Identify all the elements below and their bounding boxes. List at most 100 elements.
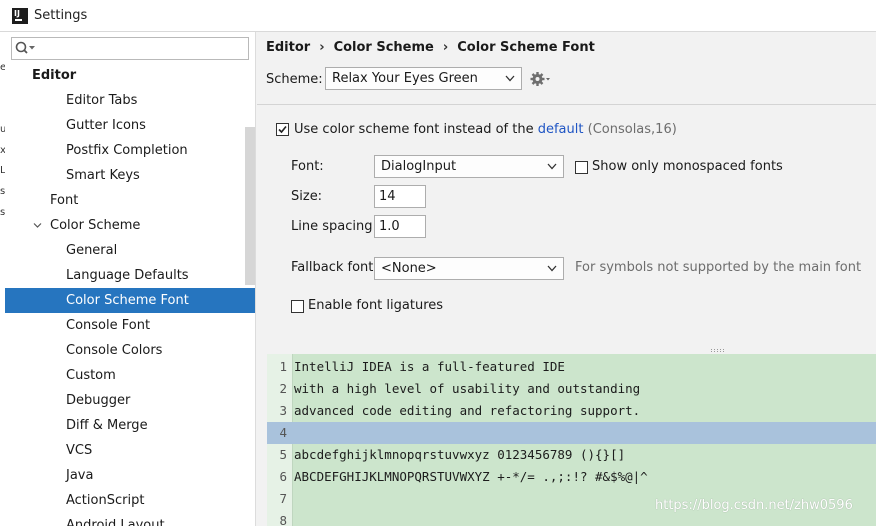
preview-line-text: advanced code editing and refactoring su…	[294, 403, 641, 418]
sidebar-item[interactable]: Color Scheme Font	[5, 288, 255, 313]
default-font-value: (Consolas,16)	[587, 122, 677, 137]
sidebar-item-label: Font	[50, 193, 79, 208]
breadcrumb-color-scheme-font: Color Scheme Font	[457, 40, 595, 55]
line-number: 7	[279, 491, 287, 506]
sidebar-item-label: VCS	[66, 443, 93, 458]
sidebar-item-label: Custom	[66, 368, 116, 383]
sidebar-item-label: Java	[66, 468, 94, 483]
sidebar-item-label: Smart Keys	[66, 168, 140, 183]
line-spacing-field[interactable]: 1.0	[374, 215, 426, 238]
splitter-grip-icon[interactable]	[710, 348, 726, 353]
chevron-down-icon[interactable]	[33, 221, 42, 230]
fallback-font-hint: For symbols not supported by the main fo…	[575, 260, 862, 275]
window-title: Settings	[34, 8, 88, 23]
fallback-font-label: Fallback font:	[291, 260, 378, 275]
line-spacing-label: Line spacing:	[291, 219, 377, 234]
watermark: https://blog.csdn.net/zhw0596	[655, 498, 853, 513]
sidebar-item-label: Android Layout	[66, 518, 165, 526]
sidebar-item[interactable]: Diff & Merge	[5, 413, 245, 438]
preview-line: 3 advanced code editing and refactoring s…	[267, 400, 876, 422]
preview-line-text: with a high level of usability and outst…	[294, 381, 641, 396]
preview-line-text: ABCDEFGHIJKLMNOPQRSTUVWXYZ +-*/= .,;:!? …	[294, 469, 648, 484]
sidebar-item-label: General	[66, 243, 118, 258]
ligatures-label: Enable font ligatures	[308, 298, 444, 313]
sidebar-item[interactable]: Editor	[5, 63, 245, 88]
sidebar-scrollbar[interactable]	[245, 127, 255, 285]
line-number: 2	[279, 381, 287, 396]
scheme-label: Scheme:	[266, 72, 323, 87]
sidebar-item[interactable]: General	[5, 238, 245, 263]
size-label: Size:	[291, 189, 323, 204]
preview-line: 6 ABCDEFGHIJKLMNOPQRSTUVWXYZ +-*/= .,;:!?…	[267, 466, 876, 488]
sidebar-item[interactable]: Console Colors	[5, 338, 245, 363]
sidebar-item[interactable]: Smart Keys	[5, 163, 245, 188]
sidebar-item[interactable]: Postfix Completion	[5, 138, 245, 163]
chevron-right-icon: ›	[442, 40, 449, 55]
fallback-font-value: <None>	[381, 261, 437, 276]
scheme-select-value: Relax Your Eyes Green	[332, 71, 478, 86]
sidebar-item[interactable]: VCS	[5, 438, 245, 463]
chevron-down-icon	[547, 163, 557, 170]
sidebar-item-label: Gutter Icons	[66, 118, 146, 133]
font-select[interactable]: DialogInput	[374, 155, 564, 178]
sidebar-item-label: Color Scheme Font	[66, 293, 189, 308]
font-label: Font:	[291, 159, 324, 174]
monospaced-checkbox[interactable]	[575, 161, 588, 174]
line-number: 5	[279, 447, 287, 462]
line-number: 4	[279, 425, 287, 440]
use-scheme-font-text: Use color scheme font instead of the	[294, 122, 534, 137]
preview-line: 1 IntelliJ IDEA is a full-featured IDE	[267, 356, 876, 378]
gear-icon[interactable]	[530, 71, 552, 87]
line-number: 8	[279, 513, 287, 526]
chevron-down-icon	[505, 75, 515, 82]
sidebar-item-label: Debugger	[66, 393, 131, 408]
sidebar-item[interactable]: Color Scheme	[5, 213, 245, 238]
use-scheme-font-checkbox[interactable]	[276, 123, 289, 136]
settings-content: Editor › Color Scheme › Color Scheme Font Sc…	[257, 32, 876, 526]
sidebar-item-label: ActionScript	[66, 493, 145, 508]
settings-search-input[interactable]	[11, 37, 249, 60]
sidebar-item[interactable]: ActionScript	[5, 488, 245, 513]
chevron-right-icon: ›	[319, 40, 325, 55]
sidebar-item[interactable]: Language Defaults	[5, 263, 245, 288]
monospaced-label: Show only monospaced fonts	[592, 159, 783, 174]
sidebar-item[interactable]: Gutter Icons	[5, 113, 245, 138]
size-field[interactable]: 14	[374, 185, 426, 208]
fallback-font-select[interactable]: <None>	[374, 257, 564, 280]
sidebar-item[interactable]: Custom	[5, 363, 245, 388]
use-scheme-font-label: Use color scheme font instead of the def…	[294, 122, 677, 137]
sidebar-item-label: Diff & Merge	[66, 418, 148, 433]
scheme-select[interactable]: Relax Your Eyes Green	[325, 67, 522, 90]
chevron-down-icon	[547, 265, 557, 272]
line-number: 1	[279, 359, 287, 374]
breadcrumb-color-scheme[interactable]: Color Scheme	[334, 40, 434, 55]
title-bar: IJ Settings	[0, 0, 876, 32]
breadcrumb-editor[interactable]: Editor	[266, 40, 310, 55]
sidebar-item[interactable]: Editor Tabs	[5, 88, 245, 113]
preview-line-text: abcdefghijklmnopqrstuvwxyz 0123456789 ()…	[294, 447, 626, 462]
settings-sidebar: Editor Editor Tabs Gutter Icons Postfix Com…	[5, 32, 256, 526]
font-select-value: DialogInput	[381, 159, 457, 174]
sidebar-item-label: Console Font	[66, 318, 151, 333]
default-font-link[interactable]: default	[538, 122, 584, 137]
line-number: 3	[279, 403, 287, 418]
line-number: 6	[279, 469, 287, 484]
preview-line-text: IntelliJ IDEA is a full-featured IDE	[294, 359, 565, 374]
sidebar-item-label: Editor	[32, 68, 77, 83]
preview-line: 4	[267, 422, 876, 444]
sidebar-item-label: Console Colors	[66, 343, 163, 358]
search-icon[interactable]	[14, 40, 36, 57]
checkmark-icon	[278, 125, 287, 134]
sidebar-item[interactable]: Java	[5, 463, 245, 488]
preview-line: 2 with a high level of usability and outs…	[267, 378, 876, 400]
intellij-app-icon: IJ	[12, 8, 28, 24]
sidebar-item[interactable]: Android Layout	[5, 513, 245, 526]
sidebar-item-label: Editor Tabs	[66, 93, 138, 108]
sidebar-item[interactable]: Font	[5, 188, 245, 213]
sidebar-item-label: Postfix Completion	[66, 143, 188, 158]
sidebar-item[interactable]: Debugger	[5, 388, 245, 413]
sidebar-item-label: Language Defaults	[66, 268, 189, 283]
sidebar-item[interactable]: Console Font	[5, 313, 245, 338]
ligatures-checkbox[interactable]	[291, 300, 304, 313]
sidebar-item-label: Color Scheme	[50, 218, 141, 233]
